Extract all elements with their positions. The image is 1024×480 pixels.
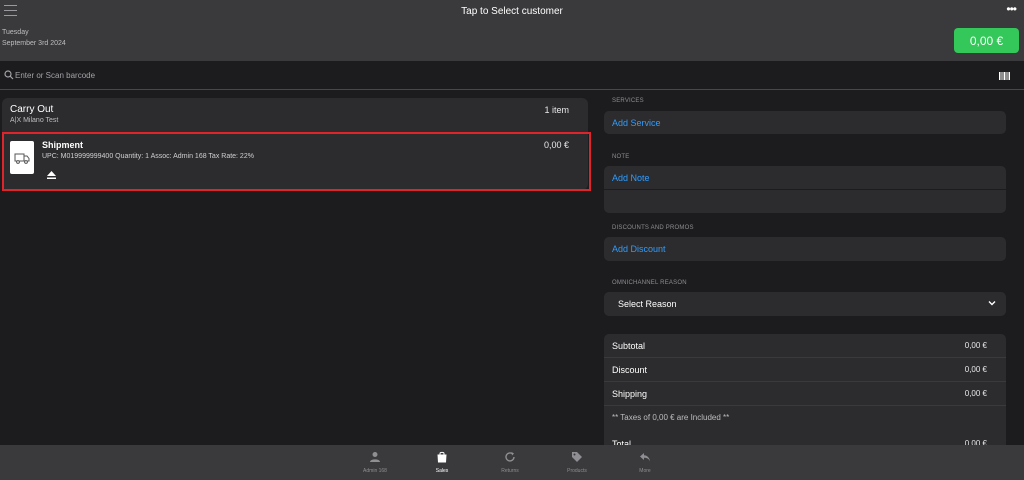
more-dots-icon[interactable]: ••• — [1006, 2, 1017, 16]
tab-label: Products — [567, 468, 587, 474]
search-icon — [4, 70, 14, 80]
top-header: Tap to Select customer ••• Tuesday Septe… — [0, 0, 1024, 61]
summary-value: 0,00 € — [964, 389, 987, 398]
summary-row-shipping: Shipping 0,00 € — [604, 382, 1006, 406]
item-price: 0,00 € — [543, 140, 569, 150]
tax-note: ** Taxes of 0,00 € are Included ** — [612, 413, 730, 422]
cart-line-item[interactable]: Shipment UPC: M019999999400 Quantity: 1 … — [2, 132, 591, 191]
date-day: Tuesday — [2, 29, 29, 36]
select-customer-title[interactable]: Tap to Select customer — [0, 6, 1024, 17]
note-divider — [604, 189, 1006, 190]
services-section-label: SERVICES — [612, 98, 644, 104]
cart-type-title: Carry Out — [10, 104, 54, 115]
note-card: Add Note — [604, 166, 1006, 213]
chevron-down-icon — [988, 301, 996, 306]
summary-label: Subtotal — [612, 341, 646, 351]
summary-row-discount: Discount 0,00 € — [604, 358, 1006, 382]
summary-value: 0,00 € — [964, 365, 987, 374]
summary-value: 0,00 € — [964, 341, 987, 350]
add-discount-link[interactable]: Add Discount — [612, 244, 666, 254]
add-note-link[interactable]: Add Note — [612, 173, 650, 183]
search-bar — [0, 61, 1024, 90]
item-count: 1 item — [544, 105, 569, 115]
tags-icon — [572, 452, 582, 462]
user-icon — [370, 452, 380, 462]
tab-label: More — [639, 468, 651, 474]
barcode-search-input[interactable] — [15, 67, 915, 83]
shopping-bag-icon — [437, 451, 447, 463]
tab-returns[interactable]: Returns — [480, 445, 540, 480]
summary-label: Discount — [612, 365, 648, 375]
date-full: September 3rd 2024 — [2, 40, 66, 47]
tab-more[interactable]: More — [615, 445, 675, 480]
bottom-tab-bar: Admin 168 Sales Returns Products More — [0, 445, 1024, 480]
tab-sales[interactable]: Sales — [412, 445, 472, 480]
summary-row-subtotal: Subtotal 0,00 € — [604, 334, 1006, 358]
discounts-card: Add Discount — [604, 237, 1006, 261]
add-service-link[interactable]: Add Service — [612, 118, 661, 128]
truck-icon — [14, 153, 30, 164]
services-card: Add Service — [604, 111, 1006, 134]
tab-label: Sales — [435, 468, 449, 474]
select-reason-value: Select Reason — [618, 299, 677, 309]
tab-label: Returns — [501, 468, 519, 474]
discounts-section-label: DISCOUNTS AND PROMOS — [612, 225, 694, 231]
tab-admin[interactable]: Admin 168 — [345, 445, 405, 480]
omnichannel-section-label: OMNICHANNEL REASON — [612, 280, 687, 286]
item-details: UPC: M019999999400 Quantity: 1 Assoc: Ad… — [42, 153, 254, 160]
barcode-icon[interactable] — [999, 72, 1010, 80]
note-section-label: NOTE — [612, 154, 630, 160]
refresh-icon — [505, 452, 515, 462]
eject-icon[interactable] — [46, 170, 57, 180]
item-name: Shipment — [42, 140, 84, 150]
omnichannel-reason-select[interactable]: Select Reason — [604, 292, 1006, 316]
item-thumbnail — [10, 141, 34, 174]
tab-products[interactable]: Products — [547, 445, 607, 480]
tab-label: Admin 168 — [363, 468, 387, 474]
store-name: A|X Milano Test — [10, 117, 59, 124]
total-amount-button[interactable]: 0,00 € — [954, 28, 1019, 53]
reply-arrow-icon — [640, 453, 650, 462]
summary-label: Shipping — [612, 389, 648, 399]
